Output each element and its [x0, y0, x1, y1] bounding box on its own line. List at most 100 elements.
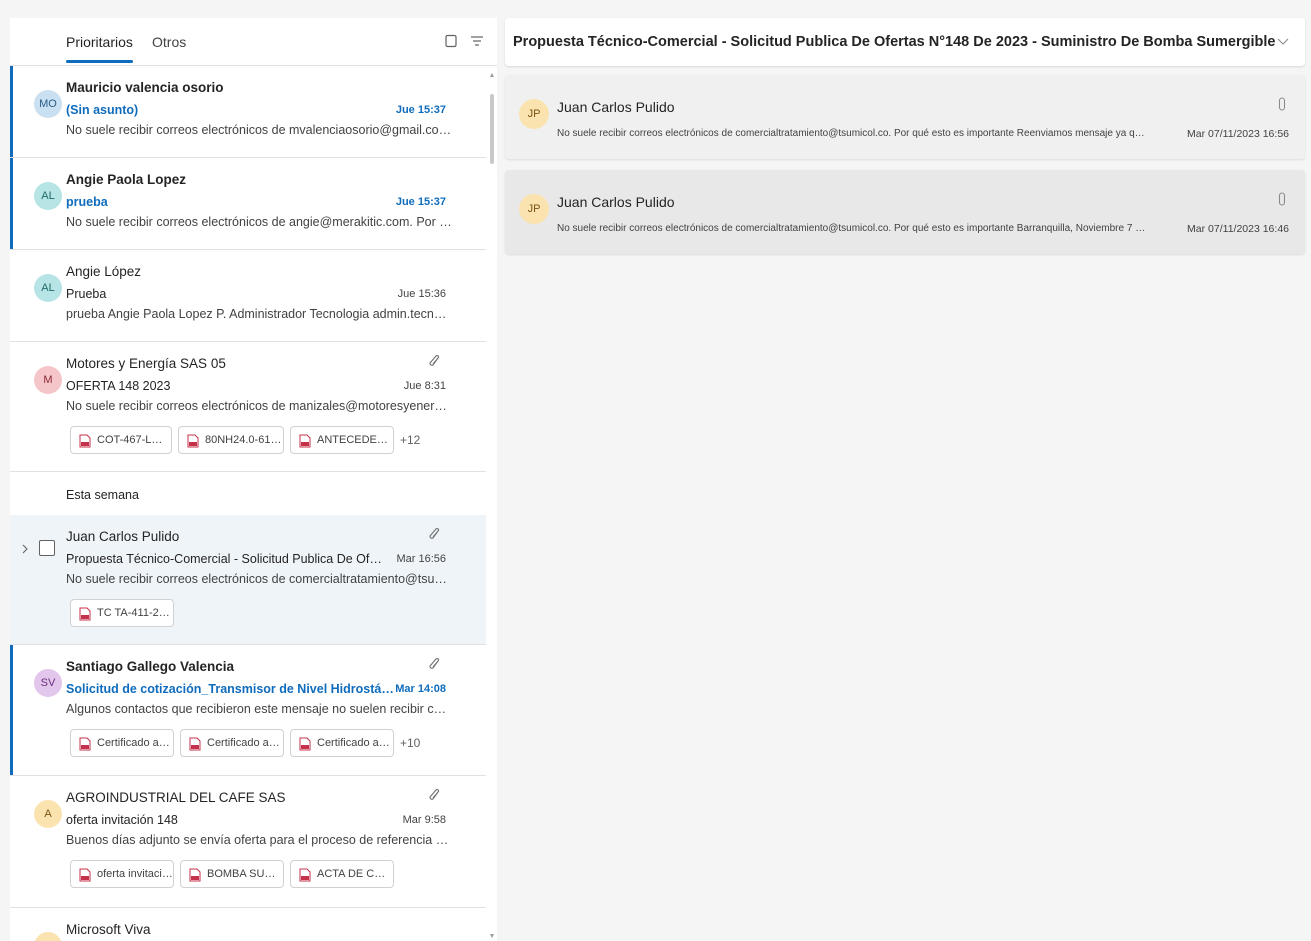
more-attachments[interactable]: +10 — [400, 729, 420, 757]
scroll-thumb[interactable] — [490, 94, 494, 164]
received-time: Jue 15:37 — [395, 196, 446, 208]
message-list-pane: Prioritarios Otros MO Mauricio valencia … — [10, 18, 497, 941]
tab-focused[interactable]: Prioritarios — [66, 34, 133, 63]
preview: Buenos días adjunto se envía oferta para… — [66, 833, 452, 847]
attachment-name: TC TA-411-23 - ... — [97, 607, 173, 619]
attachment-chip[interactable]: ACTA DE CONFI... — [290, 860, 394, 888]
section-header: Esta semana — [10, 472, 486, 515]
pdf-file-icon — [299, 737, 311, 751]
attachment-name: ANTECEDENTES... — [317, 434, 393, 446]
preview: No suele recibir correos electrónicos de… — [66, 399, 452, 413]
attachment-chip[interactable]: COT-467-LM E... — [70, 426, 172, 454]
section-label: Esta semana — [66, 488, 139, 502]
attachment-chip[interactable]: oferta invitacio... — [70, 860, 174, 888]
avatar: SV — [34, 669, 62, 697]
attachment-name: 80NH24.0-61.pdf — [205, 434, 284, 446]
subject: OFERTA 148 2023 — [66, 379, 171, 393]
list-item[interactable]: SV Santiago Gallego Valencia Solicitud d… — [10, 645, 486, 776]
paperclip-icon — [429, 355, 440, 366]
avatar: MV — [34, 932, 62, 941]
pdf-file-icon — [189, 868, 201, 882]
received-time: Mar 16:56 — [396, 553, 446, 565]
list-item[interactable]: Juan Carlos Pulido Propuesta Técnico-Com… — [10, 515, 486, 645]
attachment-chip[interactable]: ANTECEDENTES... — [290, 426, 394, 454]
list-item[interactable]: A AGROINDUSTRIAL DEL CAFE SAS oferta inv… — [10, 776, 486, 908]
list-scrollbar[interactable]: ▲ ▼ — [487, 72, 497, 941]
filter-icon[interactable] — [469, 33, 485, 49]
attachment-name: oferta invitacio... — [97, 868, 174, 880]
list-item[interactable]: AL Angie Paola Lopez prueba Jue 15:37 No… — [10, 158, 486, 250]
attachment-chip[interactable]: Certificado ante... — [70, 729, 174, 757]
message-sender: Juan Carlos Pulido — [557, 194, 675, 210]
conversation-header: Propuesta Técnico-Comercial - Solicitud … — [505, 18, 1305, 66]
avatar: JP — [519, 99, 549, 129]
avatar: A — [34, 800, 62, 828]
pdf-file-icon — [79, 737, 91, 751]
select-checkbox[interactable] — [39, 540, 55, 556]
pdf-file-icon — [299, 868, 311, 882]
preview: No suele recibir correos electrónicos de… — [66, 123, 452, 137]
pdf-file-icon — [79, 434, 91, 448]
attachment-chip[interactable]: BOMBA SUMER... — [180, 860, 284, 888]
message-date: Mar 07/11/2023 16:46 — [1187, 223, 1289, 235]
scroll-down-arrow[interactable]: ▼ — [488, 933, 496, 941]
message-preview: No suele recibir correos electrónicos de… — [557, 223, 1147, 234]
avatar: MO — [34, 90, 62, 118]
received-time: Jue 15:36 — [397, 288, 446, 300]
subject: (Sin asunto) — [66, 103, 139, 117]
attachment-chip[interactable]: Certificado ante... — [290, 729, 394, 757]
avatar: AL — [34, 182, 62, 210]
avatar: M — [34, 366, 62, 394]
sender-name: AGROINDUSTRIAL DEL CAFE SAS — [66, 790, 286, 805]
paperclip-icon — [1278, 192, 1286, 206]
list-item[interactable]: MO Mauricio valencia osorio (Sin asunto)… — [10, 66, 486, 158]
sender-name: Juan Carlos Pulido — [66, 529, 180, 544]
sender-name: Angie Paola Lopez — [66, 172, 187, 187]
sender-name: Mauricio valencia osorio — [66, 80, 224, 95]
tab-other[interactable]: Otros — [152, 34, 186, 50]
attachment-name: Certificado ante... — [317, 737, 394, 749]
attachment-name: Certificado ante... — [207, 737, 284, 749]
select-mode-icon[interactable] — [443, 33, 459, 49]
reading-pane: Propuesta Técnico-Comercial - Solicitud … — [505, 18, 1305, 941]
list-item[interactable]: M Motores y Energía SAS 05 OFERTA 148 20… — [10, 342, 486, 472]
conversation-message[interactable]: JP Juan Carlos Pulido No suele recibir c… — [505, 170, 1305, 254]
sender-name: Santiago Gallego Valencia — [66, 659, 235, 674]
attachment-name: Certificado ante... — [97, 737, 174, 749]
more-attachments[interactable]: +12 — [400, 426, 420, 454]
pdf-file-icon — [187, 434, 199, 448]
message-preview: No suele recibir correos electrónicos de… — [557, 128, 1147, 139]
received-time: Jue 15:37 — [395, 104, 446, 116]
attachment-name: ACTA DE CONFI... — [317, 868, 393, 880]
conversation-message[interactable]: JP Juan Carlos Pulido No suele recibir c… — [505, 75, 1305, 159]
subject: oferta invitación 148 — [66, 813, 178, 827]
attachment-chip[interactable]: 80NH24.0-61.pdf — [178, 426, 284, 454]
received-time: Jue 8:31 — [403, 380, 446, 392]
sender-name: Angie López — [66, 264, 142, 279]
list-item[interactable]: AL Angie López Prueba Jue 15:36 prueba A… — [10, 250, 486, 342]
pdf-file-icon — [79, 607, 91, 621]
list-item[interactable]: MV Microsoft Viva — [10, 908, 486, 941]
message-list: MO Mauricio valencia osorio (Sin asunto)… — [10, 66, 486, 941]
attachment-chip[interactable]: TC TA-411-23 - ... — [70, 599, 174, 627]
attachment-name: BOMBA SUMER... — [207, 868, 283, 880]
paperclip-icon — [429, 528, 440, 539]
paperclip-icon — [1278, 97, 1286, 111]
chevron-down-icon[interactable] — [1277, 36, 1289, 46]
preview: prueba Angie Paola Lopez P. Administrado… — [66, 307, 452, 321]
subject: prueba — [66, 195, 108, 209]
avatar: JP — [519, 194, 549, 224]
pdf-file-icon — [189, 737, 201, 751]
subject: Solicitud de cotización_Transmisor de Ni… — [66, 682, 396, 696]
inbox-tabs: Prioritarios Otros — [10, 18, 497, 66]
attachment-chip[interactable]: Certificado ante... — [180, 729, 284, 757]
message-date: Mar 07/11/2023 16:56 — [1187, 128, 1289, 140]
paperclip-icon — [429, 658, 440, 669]
conversation-subject: Propuesta Técnico-Comercial - Solicitud … — [513, 34, 1276, 50]
sender-name: Microsoft Viva — [66, 922, 151, 937]
chevron-right-icon[interactable] — [20, 543, 30, 555]
received-time: Mar 14:08 — [395, 683, 446, 695]
preview: Algunos contactos que recibieron este me… — [66, 702, 452, 716]
pdf-file-icon — [299, 434, 311, 448]
scroll-up-arrow[interactable]: ▲ — [488, 72, 496, 80]
